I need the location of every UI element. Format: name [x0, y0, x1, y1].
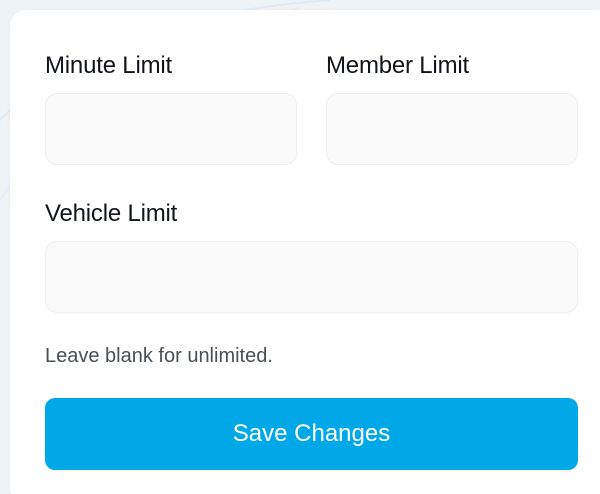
- unlimited-hint-text: Leave blank for unlimited.: [45, 345, 273, 367]
- vehicle-limit-input[interactable]: [45, 241, 578, 313]
- member-limit-input[interactable]: [326, 93, 578, 165]
- minute-limit-label: Minute Limit: [45, 52, 172, 79]
- minute-limit-input[interactable]: [45, 93, 297, 165]
- save-changes-button[interactable]: Save Changes: [45, 398, 578, 470]
- member-limit-label: Member Limit: [326, 52, 469, 79]
- limits-settings-card: Minute Limit Member Limit Vehicle Limit …: [10, 10, 600, 494]
- vehicle-limit-label: Vehicle Limit: [45, 200, 178, 227]
